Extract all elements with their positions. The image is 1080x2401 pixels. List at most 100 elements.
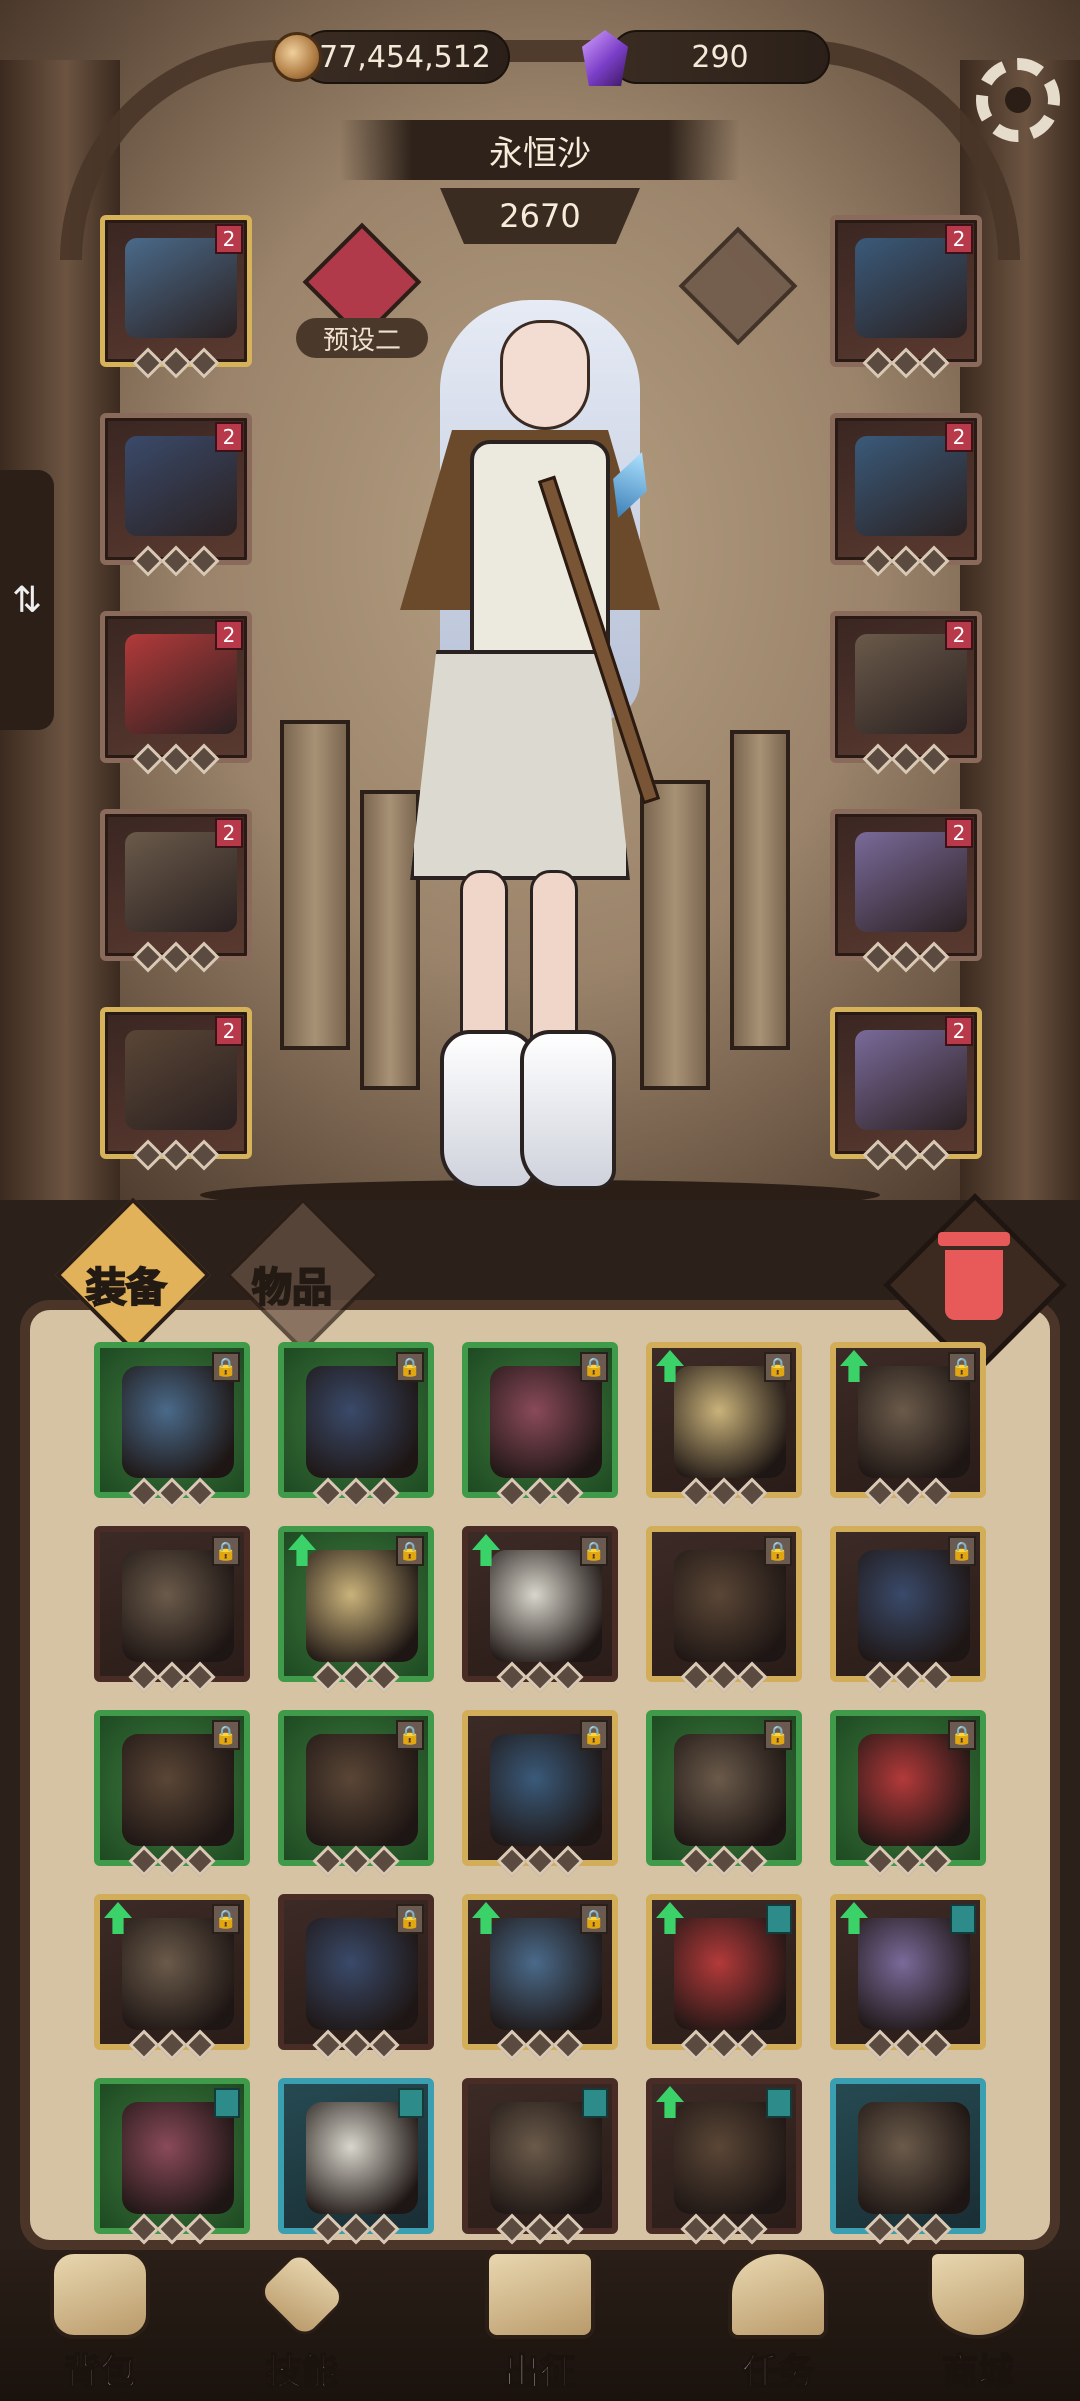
lock-icon[interactable]: 🔒 [764, 1352, 792, 1382]
settings-gear-icon[interactable] [976, 58, 1060, 142]
filter-side-tab[interactable]: ⇅ [0, 470, 54, 730]
inventory-item[interactable] [278, 2078, 434, 2245]
inventory-item[interactable]: 🔒 [94, 1342, 250, 1509]
equip-slot-left-5[interactable]: 2 [100, 1007, 252, 1171]
rarity-pip [524, 1661, 556, 1693]
inventory-item[interactable]: 🔒 [646, 1526, 802, 1693]
lock-icon[interactable]: 🔒 [948, 1536, 976, 1566]
inventory-item[interactable]: 🔒 [646, 1710, 802, 1877]
spell-tome-icon [674, 1366, 786, 1478]
rarity-pip [680, 1477, 712, 1509]
lock-icon[interactable]: 🔒 [396, 1536, 424, 1566]
rarity-pip [708, 2213, 740, 2245]
equip-slot-right-4[interactable]: 2 [830, 809, 982, 973]
inventory-item[interactable]: 🔒 [278, 1342, 434, 1509]
equip-slot-right-3[interactable]: 2 [830, 611, 982, 775]
lock-icon[interactable]: 🔒 [212, 1352, 240, 1382]
lock-icon[interactable]: 🔒 [396, 1904, 424, 1934]
lock-icon[interactable]: 🔒 [580, 1720, 608, 1750]
rarity-pip [890, 347, 922, 379]
inventory-item[interactable]: 🔒 [462, 1894, 618, 2061]
lock-icon[interactable]: 🔒 [764, 1536, 792, 1566]
inventory-item[interactable]: 🔒 [830, 1710, 986, 1877]
equip-slot-right-1[interactable]: 2 [830, 215, 982, 379]
equip-slot-left-3[interactable]: 2 [100, 611, 252, 775]
lock-icon[interactable]: 🔒 [396, 1720, 424, 1750]
inventory-item[interactable]: 🔒 [94, 1710, 250, 1877]
inventory-item[interactable] [462, 2078, 618, 2245]
nav-shop[interactable]: 商城 [908, 2250, 1048, 2401]
inventory-item[interactable]: 🔒 [278, 1710, 434, 1877]
character-power: 2670 [440, 188, 640, 244]
inventory-item[interactable]: 🔒 [646, 1342, 802, 1509]
inventory-item[interactable]: 🔒 [830, 1342, 986, 1509]
lock-icon[interactable]: 🔒 [396, 1352, 424, 1382]
rarity-pip [184, 1477, 216, 1509]
inventory-item[interactable] [94, 2078, 250, 2245]
rarity-pip [890, 545, 922, 577]
equip-slot-left-2[interactable]: 2 [100, 413, 252, 577]
inventory-item[interactable]: 🔒 [462, 1342, 618, 1509]
rarity-pip [680, 2029, 712, 2061]
nav-tasks[interactable]: 任务 [708, 2250, 848, 2401]
preset-selector[interactable]: 预设二 [296, 318, 428, 358]
nav-tasks-label: 任务 [741, 2351, 815, 2394]
rarity-pip [890, 1139, 922, 1171]
inventory-item[interactable] [646, 1894, 802, 2061]
inventory-item[interactable]: 🔒 [278, 1526, 434, 1693]
lock-icon[interactable]: 🔒 [580, 1352, 608, 1382]
equip-slot-left-1[interactable]: 2 [100, 215, 252, 379]
tab-equipment[interactable]: 装备 [85, 1255, 167, 1313]
inventory-item[interactable] [830, 1894, 986, 2061]
rarity-pips [100, 1845, 244, 1877]
lock-icon[interactable]: 🔒 [212, 1904, 240, 1934]
equip-slot-right-5[interactable]: 2 [830, 1007, 982, 1171]
gem-counter[interactable]: 290 [610, 30, 830, 84]
rarity-pip [864, 2213, 896, 2245]
coin-counter[interactable]: 77,454,512 [300, 30, 510, 84]
gem-amount: 290 [691, 39, 749, 75]
inventory-item[interactable] [646, 2078, 802, 2245]
lock-icon[interactable]: 🔒 [948, 1720, 976, 1750]
crystal-boots-icon [122, 1734, 234, 1846]
nav-skills[interactable]: 技能 [232, 2247, 372, 2401]
rarity-pip [524, 1845, 556, 1877]
rarity-pip [552, 2213, 584, 2245]
rarity-pip [496, 2029, 528, 2061]
rarity-pips [836, 2029, 980, 2061]
rarity-pips [105, 743, 247, 775]
lock-icon[interactable]: 🔒 [212, 1536, 240, 1566]
lock-icon[interactable]: 🔒 [580, 1904, 608, 1934]
nav-expedition[interactable]: 出征 [470, 2250, 610, 2401]
inventory-item[interactable]: 🔒 [94, 1894, 250, 2061]
inventory-item[interactable]: 🔒 [94, 1526, 250, 1693]
inventory-item[interactable]: 🔒 [830, 1526, 986, 1693]
rarity-pips [284, 1477, 428, 1509]
rarity-pip [864, 2029, 896, 2061]
rarity-pip [132, 941, 164, 973]
lock-icon[interactable]: 🔒 [764, 1720, 792, 1750]
expedition-map-icon [485, 2250, 595, 2339]
rarity-pip [312, 1661, 344, 1693]
rarity-pips [652, 2029, 796, 2061]
rarity-pip [708, 1845, 740, 1877]
trash-icon [936, 1232, 1012, 1332]
rarity-pip [128, 1845, 160, 1877]
level-badge: 2 [945, 818, 973, 848]
lock-icon[interactable]: 🔒 [948, 1352, 976, 1382]
tab-items[interactable]: 物品 [251, 1255, 333, 1313]
equip-slot-right-2[interactable]: 2 [830, 413, 982, 577]
rarity-pips [835, 347, 977, 379]
inventory-item[interactable] [830, 2078, 986, 2245]
lock-icon[interactable]: 🔒 [212, 1720, 240, 1750]
equip-slot-left-4[interactable]: 2 [100, 809, 252, 973]
lock-icon[interactable]: 🔒 [580, 1536, 608, 1566]
inventory-item[interactable]: 🔒 [462, 1710, 618, 1877]
rarity-pip [188, 941, 220, 973]
inventory-item[interactable]: 🔒 [462, 1526, 618, 1693]
nav-bag[interactable]: 背包 [30, 2250, 170, 2401]
inventory-item[interactable]: 🔒 [278, 1894, 434, 2061]
crowned-armor-icon [306, 1366, 418, 1478]
rarity-pips [835, 941, 977, 973]
rarity-pip [184, 1845, 216, 1877]
